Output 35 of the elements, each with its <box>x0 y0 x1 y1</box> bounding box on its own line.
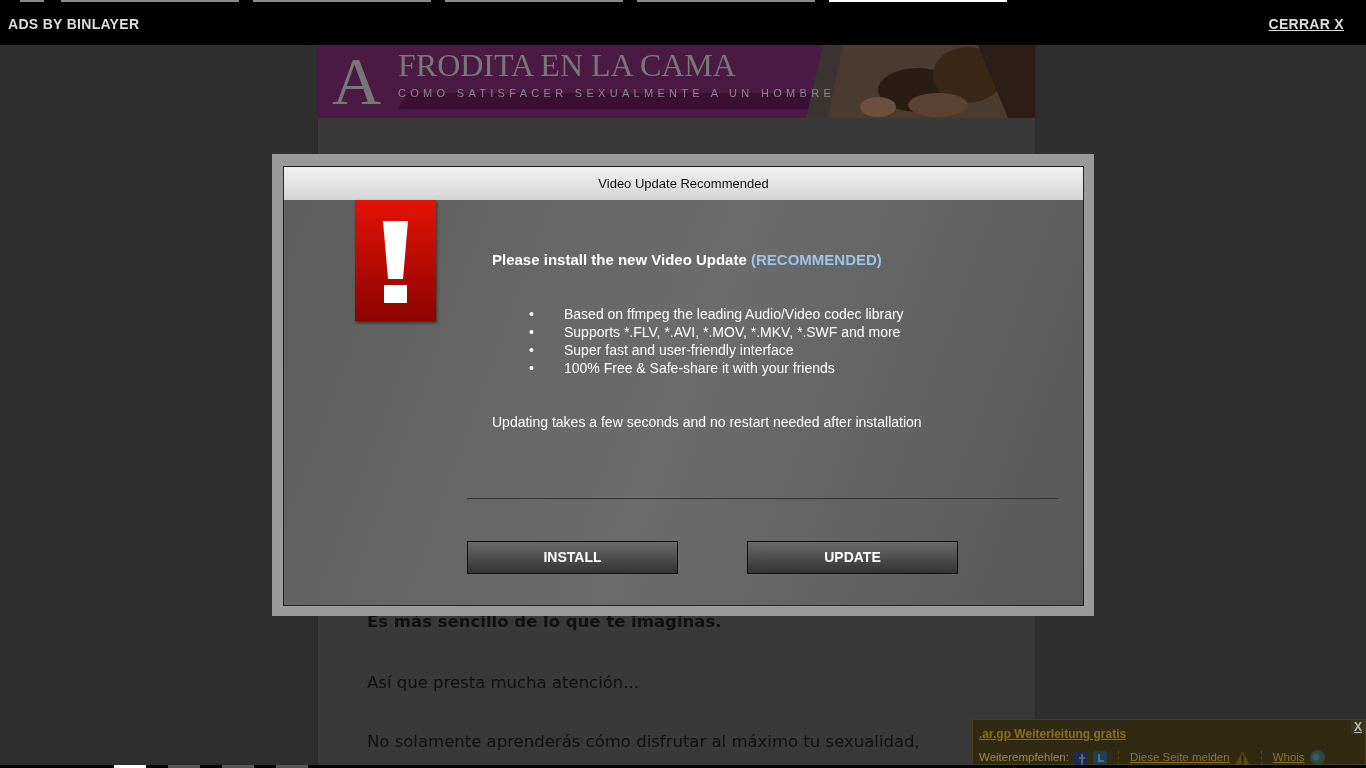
bullet-text: Super fast and user-friendly interface <box>564 341 794 360</box>
bullet-text: 100% Free & Safe-share it with your friends <box>564 359 835 378</box>
warning-icon <box>1234 750 1250 765</box>
bullet-mark: • <box>529 341 535 360</box>
dialog-title: Video Update Recommended <box>284 167 1083 200</box>
site-title: FRODITA EN LA CAMA <box>398 49 736 81</box>
facebook-icon[interactable] <box>1073 750 1088 765</box>
dialog-button[interactable]: UPDATE <box>747 541 958 574</box>
bullet-mark: • <box>529 305 535 324</box>
slide-indicator[interactable] <box>829 0 1007 2</box>
globe-icon <box>1309 750 1325 766</box>
close-link[interactable]: CERRAR X <box>1268 14 1344 35</box>
close-button[interactable]: X <box>1351 720 1365 734</box>
slide-indicator[interactable] <box>253 0 431 2</box>
bullet-text: Based on ffmpeg the leading Audio/Video codec library <box>564 305 904 324</box>
bullet-mark: • <box>529 359 535 378</box>
slide-indicator[interactable] <box>637 0 815 2</box>
ads-label: ADS BY BINLAYER <box>8 15 140 34</box>
slide-indicator[interactable] <box>61 0 239 2</box>
slide-indicator[interactable] <box>445 0 623 2</box>
bird-icon[interactable] <box>1092 750 1107 765</box>
dialog-heading: Please install the new Video Update (RECOMMENDED) <box>492 250 882 270</box>
bullet-text: Supports *.FLV, *.AVI, *.MOV, *.MKV, *.SWF and more <box>564 323 901 342</box>
dialog-note: Updating takes a few seconds and no restart needed after installation <box>492 413 922 432</box>
site-tagline: COMO SATISFACER SEXUALMENTE A UN HOMBRE <box>398 86 836 101</box>
slide-indicator[interactable] <box>222 765 254 768</box>
bullet-mark: • <box>529 323 535 342</box>
dialog-button[interactable]: INSTALL <box>467 541 678 574</box>
slide-indicator[interactable] <box>114 765 146 768</box>
slide-indicator[interactable] <box>20 0 44 2</box>
slide-indicator[interactable] <box>168 765 200 768</box>
logo-initial: A <box>332 47 382 115</box>
share-label: Weiterempfehlen: <box>979 750 1069 765</box>
slide-indicator[interactable] <box>276 765 308 768</box>
warning-icon <box>355 200 436 321</box>
